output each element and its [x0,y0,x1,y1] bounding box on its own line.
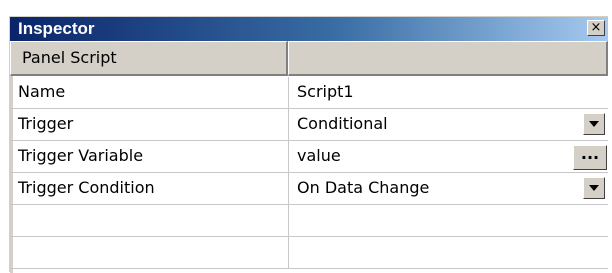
header-value-column [288,41,608,76]
trigger-variable-value[interactable]: value [297,146,341,165]
property-grid: Panel Script Name Script1 Trigger Condit… [10,41,608,273]
trigger-condition-value[interactable]: On Data Change [297,178,429,197]
property-value-cell[interactable]: value ... [289,141,608,172]
empty-row [10,205,608,237]
window-title: Inspector [18,19,95,38]
property-value-cell[interactable]: Script1 [289,77,608,108]
property-row-name[interactable]: Name Script1 [10,77,608,109]
browse-variable-button[interactable]: ... [573,145,607,170]
header-label: Panel Script [22,48,117,67]
title-bar[interactable]: Inspector × [10,17,608,41]
close-button[interactable]: × [587,20,605,36]
property-label: Trigger Condition [18,178,155,197]
property-label: Name [18,82,66,101]
property-name-cell: Trigger Variable [10,141,289,172]
trigger-condition-dropdown-button[interactable] [583,177,605,199]
name-value[interactable]: Script1 [297,82,354,101]
empty-row [10,237,608,269]
property-label: Trigger Variable [18,146,144,165]
inspector-window: Inspector × Panel Script Name Script1 Tr… [9,16,608,273]
close-icon: × [590,20,602,35]
property-row-trigger-condition[interactable]: Trigger Condition On Data Change [10,173,608,205]
ellipsis-icon: ... [580,144,600,163]
empty-name-cell [10,237,289,268]
empty-name-cell [10,205,289,236]
property-label: Trigger [18,114,74,133]
property-name-cell: Trigger Condition [10,173,289,204]
trigger-dropdown-button[interactable] [583,113,605,135]
property-name-cell: Name [10,77,289,108]
property-name-cell: Trigger [10,109,289,140]
header-name-column: Panel Script [10,41,288,76]
property-value-cell[interactable]: On Data Change [289,173,608,204]
trigger-value[interactable]: Conditional [297,114,388,133]
property-value-cell[interactable]: Conditional [289,109,608,140]
property-row-trigger[interactable]: Trigger Conditional [10,109,608,141]
property-row-trigger-variable[interactable]: Trigger Variable value ... [10,141,608,173]
